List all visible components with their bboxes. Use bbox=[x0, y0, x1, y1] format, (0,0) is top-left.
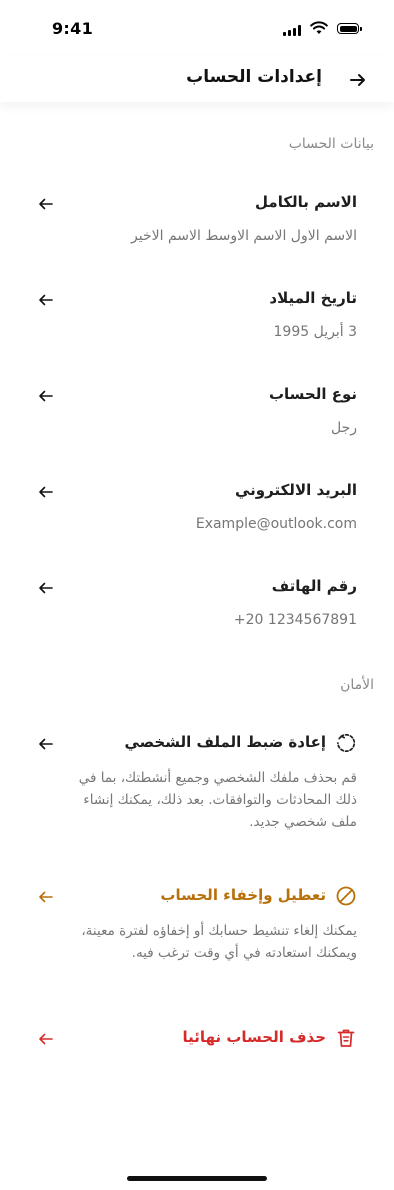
deactivate-account-row[interactable]: تعطيل وإخفاء الحساب يمكنك إلغاء تنشيط حس… bbox=[0, 885, 394, 990]
phone-label: رقم الهاتف bbox=[271, 577, 357, 595]
reset-profile-row[interactable]: إعادة ضبط الملف الشخصي قم بحذف ملفك الشخ… bbox=[0, 732, 394, 837]
delete-account-row[interactable]: حذف الحساب نهائيا bbox=[0, 1027, 394, 1051]
full-name-label: الاسم بالكامل bbox=[255, 193, 357, 211]
trash-icon bbox=[337, 1029, 355, 1047]
back-arrow-icon[interactable] bbox=[348, 70, 368, 90]
page-title: إعدادات الحساب bbox=[186, 67, 322, 87]
account-type-label: نوع الحساب bbox=[268, 385, 357, 403]
birth-date-value: 3 أبريل 1995 bbox=[273, 324, 357, 340]
arrow-left-icon[interactable] bbox=[37, 1030, 55, 1048]
arrow-left-icon[interactable] bbox=[37, 387, 55, 405]
wifi-icon bbox=[310, 21, 328, 34]
status-bar: 9:41 bbox=[0, 0, 394, 56]
status-time: 9:41 bbox=[52, 19, 93, 38]
reset-profile-description: قم بحذف ملفك الشخصي وجميع أنشطتك، بما في… bbox=[78, 770, 357, 830]
arrow-left-icon[interactable] bbox=[37, 291, 55, 309]
delete-account-label: حذف الحساب نهائيا bbox=[182, 1028, 326, 1046]
phone-value: +20 1234567891 bbox=[233, 612, 357, 628]
signal-icon bbox=[283, 24, 301, 36]
arrow-left-icon[interactable] bbox=[37, 888, 55, 906]
home-indicator bbox=[127, 1176, 267, 1181]
full-name-value: الاسم الاول الاسم الاوسط الاسم الاخير bbox=[131, 228, 357, 244]
email-value: Example@outlook.com bbox=[195, 516, 357, 532]
block-icon bbox=[336, 886, 356, 906]
battery-icon bbox=[337, 23, 362, 34]
account-type-value: رجل bbox=[330, 420, 357, 436]
deactivate-account-description: يمكنك إلغاء تنشيط حسابك أو إخفاؤه لفترة … bbox=[81, 923, 357, 961]
birth-date-label: تاريخ الميلاد bbox=[269, 289, 357, 307]
section-title-account: بيانات الحساب bbox=[288, 136, 374, 152]
reset-icon bbox=[337, 733, 356, 752]
arrow-left-icon[interactable] bbox=[37, 483, 55, 501]
arrow-left-icon[interactable] bbox=[37, 735, 55, 753]
deactivate-account-label: تعطيل وإخفاء الحساب bbox=[160, 886, 326, 904]
arrow-left-icon[interactable] bbox=[37, 579, 55, 597]
section-title-security: الأمان bbox=[340, 677, 374, 693]
arrow-left-icon[interactable] bbox=[37, 195, 55, 213]
email-label: البريد الالكتروني bbox=[235, 481, 357, 499]
reset-profile-label: إعادة ضبط الملف الشخصي bbox=[124, 733, 326, 751]
